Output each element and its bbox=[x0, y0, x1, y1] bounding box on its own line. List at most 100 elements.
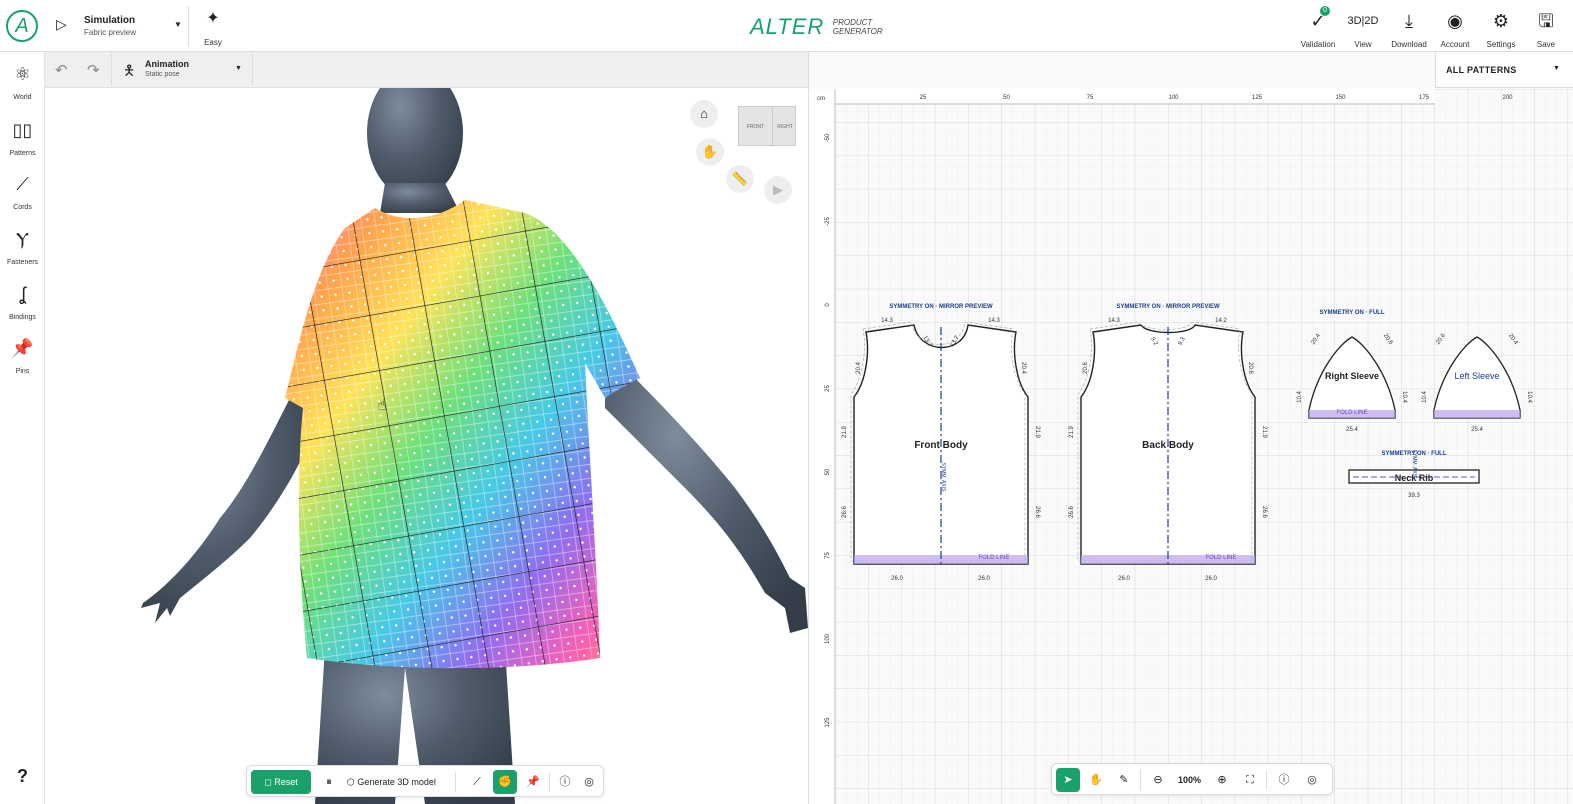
pattern-pieces: cm 25 50 75 100 125 150 175 200 -50 -25 0 25 50 75 100 1… bbox=[817, 95, 1532, 728]
measure-label: 26.0 bbox=[1118, 576, 1130, 582]
sidebar-item-label: World bbox=[13, 94, 32, 101]
account-icon: ◉ bbox=[1447, 11, 1463, 31]
settings-label: Settings bbox=[1486, 40, 1516, 49]
measure-label: 20.6 bbox=[1247, 362, 1253, 374]
measure-label: 14.3 bbox=[881, 318, 893, 324]
info-icon[interactable]: ⓘ bbox=[553, 770, 577, 794]
view-cube-front[interactable]: FRONT bbox=[739, 107, 773, 147]
save-button[interactable]: 🖫 Save bbox=[1522, 8, 1570, 52]
download-button[interactable]: ⤓ Download bbox=[1385, 8, 1433, 52]
sidebar-item-label: Cords bbox=[13, 204, 32, 211]
play-icon[interactable]: ▷ bbox=[56, 16, 67, 33]
hook-icon: ʆ bbox=[19, 284, 26, 304]
grab-tool-icon[interactable]: ✊ bbox=[493, 770, 517, 794]
sidebar-item-world[interactable]: ⚛ World bbox=[0, 62, 45, 104]
measure-label: 21.9 bbox=[842, 426, 848, 438]
generate-3d-label: Generate 3D model bbox=[357, 777, 436, 787]
chevron-down-icon[interactable]: ▼ bbox=[235, 65, 242, 72]
measure-label: 21.9 bbox=[1034, 426, 1040, 438]
measure-label: 20.4 bbox=[1507, 333, 1519, 347]
symmetry-label: SYMMETRY ON · MIRROR PREVIEW bbox=[1116, 304, 1220, 310]
measure-label: 26.6 bbox=[842, 506, 848, 518]
measure-label: 10.4 bbox=[1297, 391, 1303, 403]
pattern-panel[interactable]: ALL PATTERNS ▼ cm 25 50 75 100 125 150 175 200 -5… bbox=[808, 52, 1573, 804]
measure-label: 26.0 bbox=[978, 576, 990, 582]
mannequin-render: ☝ bbox=[141, 88, 808, 804]
reset-label: Reset bbox=[274, 777, 298, 787]
sidebar-item-label: Fasteners bbox=[6, 259, 39, 266]
home-view-icon[interactable]: ⌂ bbox=[690, 100, 718, 128]
divider bbox=[252, 54, 253, 86]
pattern-bottom-toolbar: ➤ ✋ ✎ ⊖ 100% ⊕ ⛶ ⓘ ◎ bbox=[1051, 763, 1333, 795]
ruler-x-tick: 150 bbox=[1335, 95, 1346, 101]
view-3d-2d-icon: 3D|2D bbox=[1347, 15, 1379, 27]
symmetry-axis-label: SYMM. AXIS bbox=[1411, 450, 1417, 480]
cord-tool-icon[interactable]: ⟋ bbox=[465, 770, 489, 794]
view-cube[interactable]: FRONT RIGHT bbox=[738, 106, 797, 147]
play-icon[interactable]: ▶ bbox=[764, 176, 792, 204]
fit-screen-icon[interactable]: ⛶ bbox=[1238, 768, 1262, 792]
svg-text:☝: ☝ bbox=[377, 395, 387, 414]
pan-hand-icon[interactable]: ✋ bbox=[696, 138, 724, 166]
brand-sub: PRODUCT GENERATOR bbox=[833, 18, 883, 36]
measure-label: 20.6 bbox=[1083, 362, 1089, 374]
atom-icon: ⚛ bbox=[14, 64, 31, 84]
ruler-y-tick: -50 bbox=[825, 133, 831, 142]
cord-icon: ⟋ bbox=[16, 174, 29, 194]
measure-label: 14.3 bbox=[988, 318, 1000, 324]
gear-icon: ⚙ bbox=[1492, 11, 1510, 31]
app-logo[interactable]: A bbox=[6, 10, 38, 42]
fold-label: FOLD LINE bbox=[1205, 555, 1236, 561]
divider bbox=[549, 772, 550, 792]
measure-label: 26.6 bbox=[1261, 506, 1267, 518]
undo-icon[interactable]: ↶ bbox=[55, 61, 68, 79]
reset-button[interactable]: ◻ Reset bbox=[251, 770, 311, 794]
help-button[interactable]: ? bbox=[0, 766, 45, 787]
save-icon: 🖫 bbox=[1538, 11, 1554, 31]
ruler-pen-icon[interactable]: ✎ bbox=[1112, 768, 1136, 792]
measure-label: 20.4 bbox=[1020, 362, 1026, 374]
ruler-x-tick: 125 bbox=[1252, 95, 1263, 101]
validation-button[interactable]: ✓ 0 Validation bbox=[1294, 6, 1342, 52]
sidebar-item-cords[interactable]: ⟋ Cords bbox=[0, 172, 45, 214]
measure-label: 26.0 bbox=[1205, 576, 1217, 582]
generate-3d-button[interactable]: ⬡ Generate 3D model bbox=[347, 770, 436, 794]
simulation-subtitle: Fabric preview bbox=[84, 28, 137, 37]
measure-icon[interactable]: 📏 bbox=[726, 165, 754, 193]
account-button[interactable]: ◉ Account bbox=[1431, 8, 1479, 52]
target-icon[interactable]: ◎ bbox=[1300, 768, 1324, 792]
sidebar-item-fasteners[interactable]: Ⲩ Fasteners bbox=[0, 227, 45, 269]
select-arrow-icon[interactable]: ➤ bbox=[1056, 768, 1080, 792]
ruler-y-tick: 125 bbox=[825, 717, 831, 728]
simulation-selector[interactable]: ▷ Simulation Fabric preview ▼ bbox=[56, 10, 186, 44]
zipper-icon: Ⲩ bbox=[16, 229, 29, 249]
divider bbox=[1140, 770, 1141, 790]
zoom-out-icon[interactable]: ⊖ bbox=[1146, 768, 1170, 792]
sidebar-item-pins[interactable]: 📌 Pins bbox=[0, 336, 45, 378]
divider bbox=[455, 772, 456, 792]
ruler-x-tick: 25 bbox=[920, 95, 927, 101]
pan-hand-icon[interactable]: ✋ bbox=[1084, 768, 1108, 792]
view-cube-right[interactable]: RIGHT bbox=[773, 107, 797, 147]
pause-icon[interactable]: ⏸ bbox=[317, 770, 341, 794]
info-icon[interactable]: ⓘ bbox=[1272, 768, 1296, 792]
view-toggle-button[interactable]: 3D|2D View bbox=[1339, 8, 1387, 52]
ruler-x-tick: 175 bbox=[1419, 95, 1430, 101]
pin-tool-icon[interactable]: 📌 bbox=[521, 770, 545, 794]
validation-label: Validation bbox=[1300, 40, 1336, 49]
zoom-in-icon[interactable]: ⊕ bbox=[1210, 768, 1234, 792]
redo-icon[interactable]: ↷ bbox=[87, 61, 100, 79]
settings-button[interactable]: ⚙ Settings bbox=[1477, 8, 1525, 52]
target-icon[interactable]: ◎ bbox=[577, 770, 601, 794]
animation-subtitle: Static pose bbox=[145, 71, 180, 78]
ruler-y-tick: 50 bbox=[825, 468, 831, 475]
chevron-down-icon[interactable]: ▼ bbox=[174, 20, 182, 29]
measure-label: 10.4 bbox=[1526, 391, 1532, 403]
check-icon: ✓ bbox=[1310, 11, 1326, 31]
sidebar-item-patterns[interactable]: ▯▯ Patterns bbox=[0, 118, 45, 160]
3d-viewport[interactable]: ☝ ⌂ FRONT RIGHT ✋ 📏 ▶ ◻ Reset ⏸ ⬡ Genera… bbox=[45, 88, 808, 804]
left-sidebar: ⚛ World ▯▯ Patterns ⟋ Cords Ⲩ Fasteners … bbox=[0, 52, 45, 804]
sidebar-item-bindings[interactable]: ʆ Bindings bbox=[0, 282, 45, 324]
animation-selector[interactable]: 🯅 Animation Static pose ▼ bbox=[123, 56, 253, 84]
viewport-toolbar-top: ↶ ↷ 🯅 Animation Static pose ▼ bbox=[45, 52, 808, 88]
